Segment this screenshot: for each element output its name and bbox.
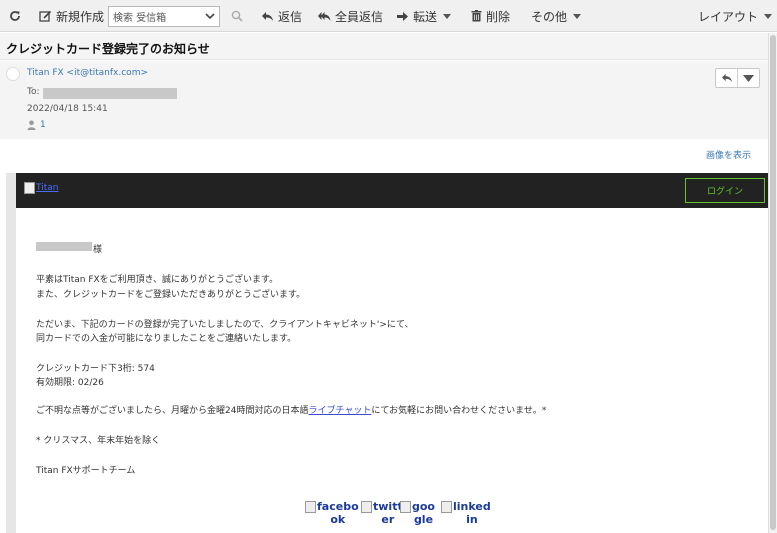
refresh-icon xyxy=(10,11,20,21)
to-label: To: xyxy=(27,87,40,97)
more-dropdown-icon xyxy=(573,13,582,19)
toolbar: 新規作成 検索 受信箱 返信 全員返信 転送 削除 その他 レイアウト xyxy=(0,0,777,32)
recipients-toggle[interactable]: 1 xyxy=(27,120,46,130)
card-last-digits: クレジットカード下3桁: 574 xyxy=(36,364,155,374)
signature: Titan FXサポートチーム xyxy=(36,466,136,476)
sender-address[interactable]: Titan FX <it@titanfx.com> xyxy=(27,68,148,78)
salutation: 様 xyxy=(93,245,103,255)
live-chat-link[interactable]: ライブチャット xyxy=(308,406,371,416)
logo-alt-text: Titan xyxy=(36,183,59,193)
google-icon xyxy=(400,501,411,513)
linkedin-alt-line-1: linked xyxy=(453,500,491,513)
login-button[interactable]: ログイン xyxy=(685,178,765,203)
twitter-link[interactable]: twitt er xyxy=(361,500,403,526)
linkedin-alt: linked in xyxy=(453,500,491,526)
search-icon xyxy=(231,10,243,22)
layout-dropdown-icon xyxy=(764,13,773,19)
folder-select[interactable]: 検索 受信箱 xyxy=(108,6,220,27)
contact-text-pre: ご不明な点等がございましたら、月曜から金曜24時間対応の日本語 xyxy=(36,406,309,416)
paragraph-1-line-2: また、クレジットカードをご登録いただきありがとうございます。 xyxy=(36,290,306,300)
more-label: その他 xyxy=(531,9,568,24)
titan-logo[interactable]: Titan xyxy=(24,182,58,194)
delete-button[interactable]: 削除 xyxy=(471,0,510,32)
compose-icon xyxy=(39,10,52,22)
refresh-button[interactable] xyxy=(9,0,21,32)
subject-bar: クレジットカード登録完了のお知らせ xyxy=(0,33,768,60)
broken-image-icon xyxy=(24,182,35,194)
reply-all-label: 全員返信 xyxy=(335,9,384,24)
forward-dropdown-icon xyxy=(443,13,452,19)
google-alt-line-1: goo xyxy=(412,500,435,513)
card-expiry: 有効期限: 02/26 xyxy=(36,378,104,388)
forward-button[interactable]: 転送 xyxy=(396,0,452,32)
facebook-alt-line-1: facebo xyxy=(317,500,359,513)
more-button[interactable]: その他 xyxy=(531,0,582,32)
facebook-alt: facebo ok xyxy=(317,500,359,526)
contact-text-post: にてお気軽にお問い合わせくださいませ。* xyxy=(371,406,547,416)
twitter-alt-line-1: twitt xyxy=(373,500,403,513)
layout-label: レイアウト xyxy=(698,9,759,24)
vertical-scrollbar[interactable] xyxy=(768,33,777,533)
show-images-link[interactable]: 画像を表示 xyxy=(706,148,751,161)
new-message-button[interactable]: 新規作成 xyxy=(39,0,104,32)
caret-down-icon xyxy=(743,74,755,82)
sender-avatar xyxy=(6,67,20,81)
google-link[interactable]: goo gle xyxy=(400,500,435,526)
paragraph-2-line-1: ただいま、下記のカードの登録が完了いたしましたので、クライアントキャビネット'>… xyxy=(36,320,414,330)
linkedin-alt-line-2: in xyxy=(466,513,478,526)
forward-icon xyxy=(397,11,408,21)
folder-select-value: 検索 受信箱 xyxy=(113,13,167,24)
twitter-alt: twitt er xyxy=(373,500,403,526)
quick-reply-button[interactable] xyxy=(716,69,737,87)
chevron-down-icon xyxy=(201,13,219,20)
search-button[interactable] xyxy=(231,0,243,32)
email-banner: Titan ログイン xyxy=(16,173,768,208)
facebook-alt-line-2: ok xyxy=(330,513,346,526)
facebook-link[interactable]: facebo ok xyxy=(305,500,359,526)
reply-all-button[interactable]: 全員返信 xyxy=(318,0,383,32)
forward-label: 転送 xyxy=(413,9,438,24)
recipient-redacted xyxy=(43,88,177,99)
recipient-count: 1 xyxy=(40,120,46,130)
reply-icon xyxy=(262,11,273,21)
scrollbar-thumb[interactable] xyxy=(770,35,776,530)
paragraph-1-line-1: 平素はTitan FXをご利用頂き、誠にありがとうございます。 xyxy=(36,275,279,285)
google-alt-line-2: gle xyxy=(413,513,434,526)
trash-icon xyxy=(471,10,482,22)
person-icon xyxy=(27,120,36,130)
message-subject: クレジットカード登録完了のお知らせ xyxy=(6,42,210,56)
reply-button[interactable]: 返信 xyxy=(261,0,302,32)
facebook-icon xyxy=(305,501,316,513)
email-gutter xyxy=(6,173,16,533)
twitter-icon xyxy=(361,501,372,513)
paragraph-2-line-2: 同カードでの入金が可能になりましたことをご連絡いたします。 xyxy=(36,334,297,344)
linkedin-link[interactable]: linked in xyxy=(441,500,491,526)
name-redacted xyxy=(36,242,92,251)
message-header: Titan FX <it@titanfx.com> To: 2022/04/18… xyxy=(0,61,768,139)
delete-label: 削除 xyxy=(486,9,511,24)
linkedin-icon xyxy=(441,501,452,513)
holiday-note: * クリスマス、年末年始を除く xyxy=(36,436,161,446)
new-message-label: 新規作成 xyxy=(56,9,105,24)
twitter-alt-line-2: er xyxy=(381,513,395,526)
reply-options-button[interactable] xyxy=(737,69,759,87)
contact-paragraph: ご不明な点等がございましたら、月曜から金曜24時間対応の日本語ライブチャットにて… xyxy=(36,403,546,416)
reply-icon xyxy=(721,73,732,83)
reply-label: 返信 xyxy=(278,9,303,24)
reply-actions xyxy=(715,68,760,88)
google-alt: goo gle xyxy=(412,500,435,526)
layout-button[interactable]: レイアウト xyxy=(698,0,773,32)
reply-all-icon xyxy=(318,11,331,21)
message-date: 2022/04/18 15:41 xyxy=(27,104,108,114)
